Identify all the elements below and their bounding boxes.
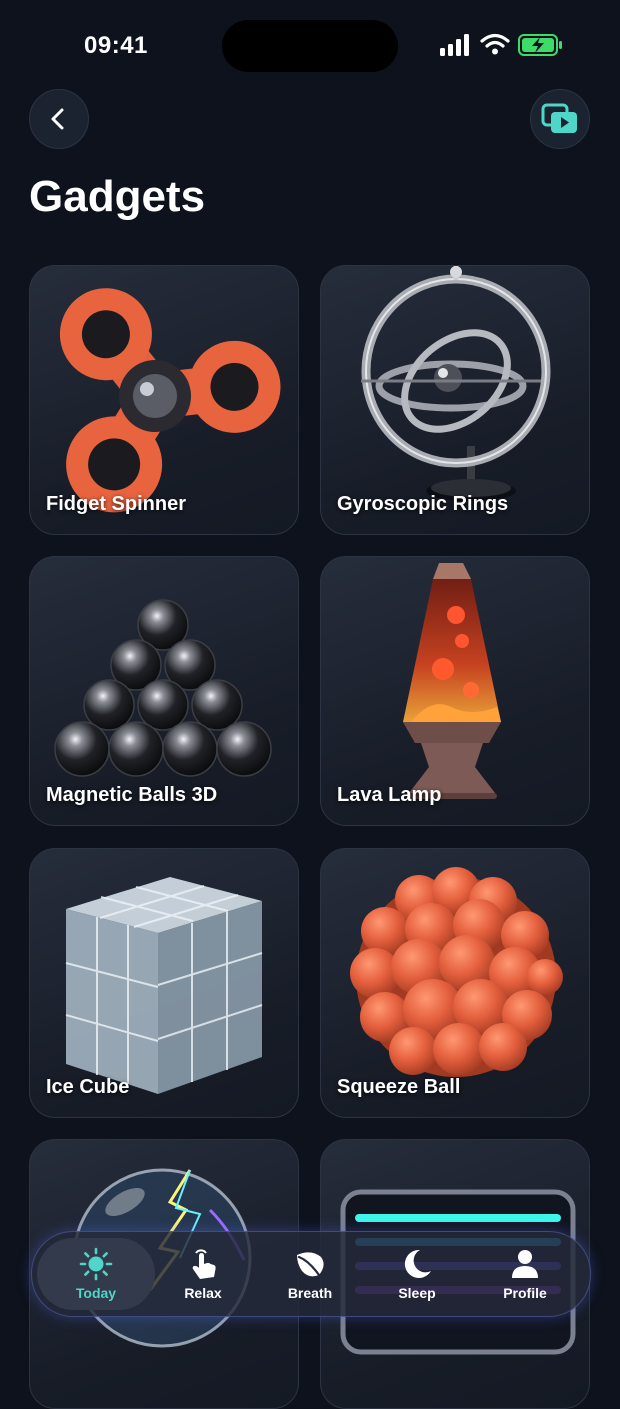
gadget-card-fidget-spinner[interactable]: Fidget Spinner xyxy=(29,265,299,535)
tab-relax[interactable]: Relax xyxy=(147,1238,259,1310)
back-button[interactable] xyxy=(29,89,89,149)
gadget-card-squeeze-ball[interactable]: Squeeze Ball xyxy=(320,848,590,1118)
tab-breath[interactable]: Breath xyxy=(254,1238,366,1310)
page-title: Gadgets xyxy=(29,172,206,221)
sun-icon xyxy=(79,1247,113,1281)
cellular-signal-icon xyxy=(440,34,469,56)
gadget-label: Lava Lamp xyxy=(337,784,442,806)
tab-profile[interactable]: Profile xyxy=(469,1238,581,1310)
battery-charging-icon xyxy=(518,34,562,56)
status-bar: 09:41 xyxy=(0,0,620,92)
gadget-card-magnetic-balls[interactable]: Magnetic Balls 3D xyxy=(29,556,299,826)
gadget-label: Fidget Spinner xyxy=(46,493,186,515)
gadget-card-lava-lamp[interactable]: Lava Lamp xyxy=(320,556,590,826)
dynamic-island xyxy=(222,20,398,72)
gadget-label: Magnetic Balls 3D xyxy=(46,784,218,806)
tab-label: Sleep xyxy=(398,1285,436,1301)
video-library-icon xyxy=(541,103,577,133)
tab-label: Breath xyxy=(287,1285,333,1301)
status-time: 09:41 xyxy=(84,32,148,59)
media-library-button[interactable] xyxy=(530,89,590,149)
wifi-icon xyxy=(480,33,510,55)
hand-tap-icon xyxy=(192,1249,216,1279)
leaf-icon xyxy=(297,1252,324,1277)
gadget-label: Ice Cube xyxy=(46,1076,130,1098)
gadget-card-ice-cube[interactable]: Ice Cube xyxy=(29,848,299,1118)
tab-label: Profile xyxy=(503,1285,547,1301)
person-icon xyxy=(512,1250,538,1278)
tab-label: Relax xyxy=(184,1285,222,1301)
chevron-left-icon xyxy=(51,108,64,130)
gadget-label: Gyroscopic Rings xyxy=(337,493,509,515)
moon-icon xyxy=(404,1249,431,1278)
tab-today[interactable]: Today xyxy=(37,1238,155,1310)
tab-sleep[interactable]: Sleep xyxy=(361,1238,473,1310)
gadget-card-gyroscopic-rings[interactable]: Gyroscopic Rings xyxy=(320,265,590,535)
gadget-label: Squeeze Ball xyxy=(337,1076,461,1098)
bottom-tab-bar: Today Relax Breath Sleep Profile xyxy=(31,1231,591,1317)
tab-label: Today xyxy=(75,1285,117,1301)
